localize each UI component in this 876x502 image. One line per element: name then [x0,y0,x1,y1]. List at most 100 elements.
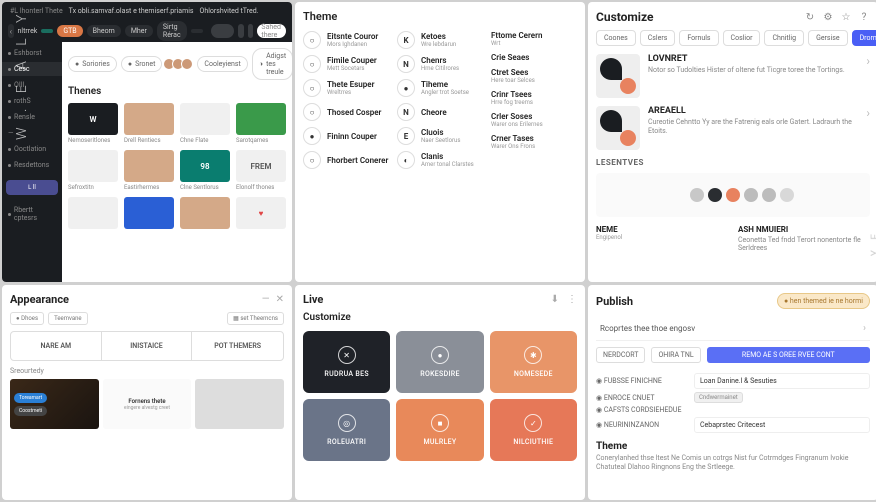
sidebar-item[interactable]: Cesc [2,62,62,76]
star-icon[interactable]: ☆ [840,11,852,23]
template-card[interactable] [195,379,284,429]
gear-icon[interactable]: ⚙ [822,11,834,23]
chip[interactable]: OHIRA TNL [651,347,700,363]
color-swatch[interactable] [690,188,704,202]
theme-card[interactable]: ♥ [236,197,286,229]
color-swatch[interactable] [726,188,740,202]
theme-card[interactable]: Chne Flate [180,103,230,144]
theme-card[interactable]: Sefroxtitn [68,150,118,191]
list-item[interactable]: ◉ FUBSSE FINICHNELoan Danine.l & Sesutie… [596,373,870,389]
list-item[interactable]: ○Thete EsuperWreltrres [303,79,389,97]
sidebar-item[interactable]: OIII [2,78,62,92]
color-swatch[interactable] [744,188,758,202]
toolbar-chip[interactable]: ▦ set Theemcns [227,312,284,325]
sidebar-item[interactable]: rothS [2,94,62,108]
list-item[interactable]: ◐ClanisAmer tonal Clarstes [397,151,483,169]
theme-card[interactable]: Sarotqames [236,103,286,144]
toolbar-chip[interactable]: ● Dhoes [10,312,44,325]
tab[interactable]: Coones [596,30,636,46]
download-icon[interactable]: ⬇ [551,294,559,305]
filter-chip[interactable]: ● Sronet [121,56,163,72]
customize-tile[interactable]: ✕RUDRUA BES [303,331,390,393]
filter-chip[interactable]: ◑ Adigst tes treule [252,48,292,80]
minimize-icon[interactable]: — [262,294,270,305]
sidebar-item[interactable]: Eshborst [2,46,62,60]
tab[interactable]: Fornuls [679,30,718,46]
search-input[interactable]: Sahed there [257,24,286,38]
sidebar-badge[interactable]: L ll [6,180,58,195]
customize-tile[interactable]: ●ROKESDIRE [396,331,483,393]
list-item[interactable]: Fttome CerernWrt [491,31,577,47]
back-button[interactable]: ‹ [8,24,14,38]
color-swatch[interactable] [672,188,686,202]
theme-card[interactable]: Eastirhermes [124,150,174,191]
template-card[interactable]: Fornens thete eingere alvestg creet [103,379,192,429]
list-item[interactable]: ○Fhorbert Conerer [303,151,389,169]
color-swatch[interactable] [708,188,722,202]
color-swatch[interactable] [780,188,794,202]
theme-card[interactable]: WNemoseritlones [68,103,118,144]
customize-tile[interactable]: ■MULRLEY [396,399,483,461]
theme-card[interactable] [124,197,174,229]
list-item[interactable]: ●Fininn Couper [303,127,389,145]
list-item[interactable]: ◉ CAFSTS CORDSIEHEDUE [596,406,870,414]
list-item[interactable]: NChenrsHme Citilrores [397,55,483,73]
close-icon[interactable]: ✕ [276,294,284,305]
toolbar-chip[interactable]: Teemvane [48,312,88,325]
list-item[interactable]: KKetoesWre lebdarun [397,31,483,49]
sidebar-item[interactable]: Resdettons [2,158,62,172]
search-pill[interactable] [211,24,235,38]
segment-tab[interactable]: POT THEMERS [192,332,283,360]
browser-tab[interactable]: Ohlorshvited tTred. [200,7,259,15]
option-row[interactable]: AREAELLCureotie Cehntto Yy are the Fatre… [596,106,870,150]
list-item[interactable]: Crner TasesWarer Ons Frons [491,134,577,150]
filter-chip[interactable]: ● Soriories [68,56,117,72]
tab[interactable]: Gersise [808,30,848,46]
pill[interactable]: Sirtg Rérac [157,21,187,41]
customize-tile[interactable]: ◎ROLEUATRI [303,399,390,461]
theme-card[interactable] [68,197,118,229]
list-item[interactable]: Crler SosesWarer ons Erilernes [491,112,577,128]
list-item[interactable]: ○Eitsnte CourorMors Ighdanen [303,31,389,49]
pill[interactable] [41,29,53,33]
tab[interactable]: Chnitlig [764,30,804,46]
theme-card[interactable]: 98Clne Sentlorus [180,150,230,191]
pill[interactable]: Mher [125,25,153,37]
theme-card[interactable]: Drell Rentiecs [124,103,174,144]
browser-tab[interactable]: Tx obli.samvaf.olast e themiserf.priamis [69,7,194,15]
list-item[interactable]: ○Thosed Cosper [303,103,389,121]
sidebar-item[interactable]: Rensle [2,110,62,124]
list-item[interactable]: ○Fimile CouperMett Socetars [303,55,389,73]
refresh-icon[interactable]: ↻ [804,11,816,23]
help-icon[interactable]: ? [858,11,870,23]
pill[interactable]: Bheorn [87,25,121,37]
more-icon[interactable]: ⋮ [567,294,577,305]
tab[interactable]: Drorn [852,30,876,46]
pill[interactable]: GTB [57,25,82,37]
customize-tile[interactable]: ✱NOMESEDE [490,331,577,393]
list-item[interactable]: Crie Seaes [491,53,577,62]
list-item[interactable]: Ctret SeesHere toar Selces [491,68,577,84]
theme-card[interactable] [180,197,230,229]
list-item[interactable]: ●TihemeAngler trot Soetse [397,79,483,97]
option-row[interactable]: LOVNRETNotor so Tudolties Hister of olte… [596,54,870,98]
list-item[interactable]: ECluoisNaer Seetlorus [397,127,483,145]
theme-card[interactable]: FREMElonolf thones [236,150,286,191]
tab[interactable]: Cslers [640,30,676,46]
color-swatch[interactable] [762,188,776,202]
primary-button[interactable]: REMO AE S OREE RVEE CONT [707,347,870,363]
tab[interactable]: Coslior [723,30,761,46]
sidebar-footer[interactable]: Rbertt cptesrs [2,203,62,225]
icon-button[interactable] [238,24,244,38]
list-item[interactable]: ◉ ENROCE CNUETCndwermainet [596,392,870,403]
status-pill[interactable]: ● hen themed ie ne hormi [777,293,870,309]
settings-row[interactable]: Rcoprtes thee thoe engosv › [596,317,870,341]
sidebar-item[interactable]: — [2,126,62,140]
list-item[interactable]: NCheore [397,103,483,121]
segment-tab[interactable]: NARE AM [11,332,102,360]
sidebar-item[interactable]: Ooctlation [2,142,62,156]
list-item[interactable]: Crinr TseesHrre fog treems [491,90,577,106]
filter-chip[interactable]: Cooleyienst [197,56,247,72]
chip[interactable]: NERDCORT [596,347,645,363]
template-card[interactable]: Toreamart Coostmeti [10,379,99,429]
